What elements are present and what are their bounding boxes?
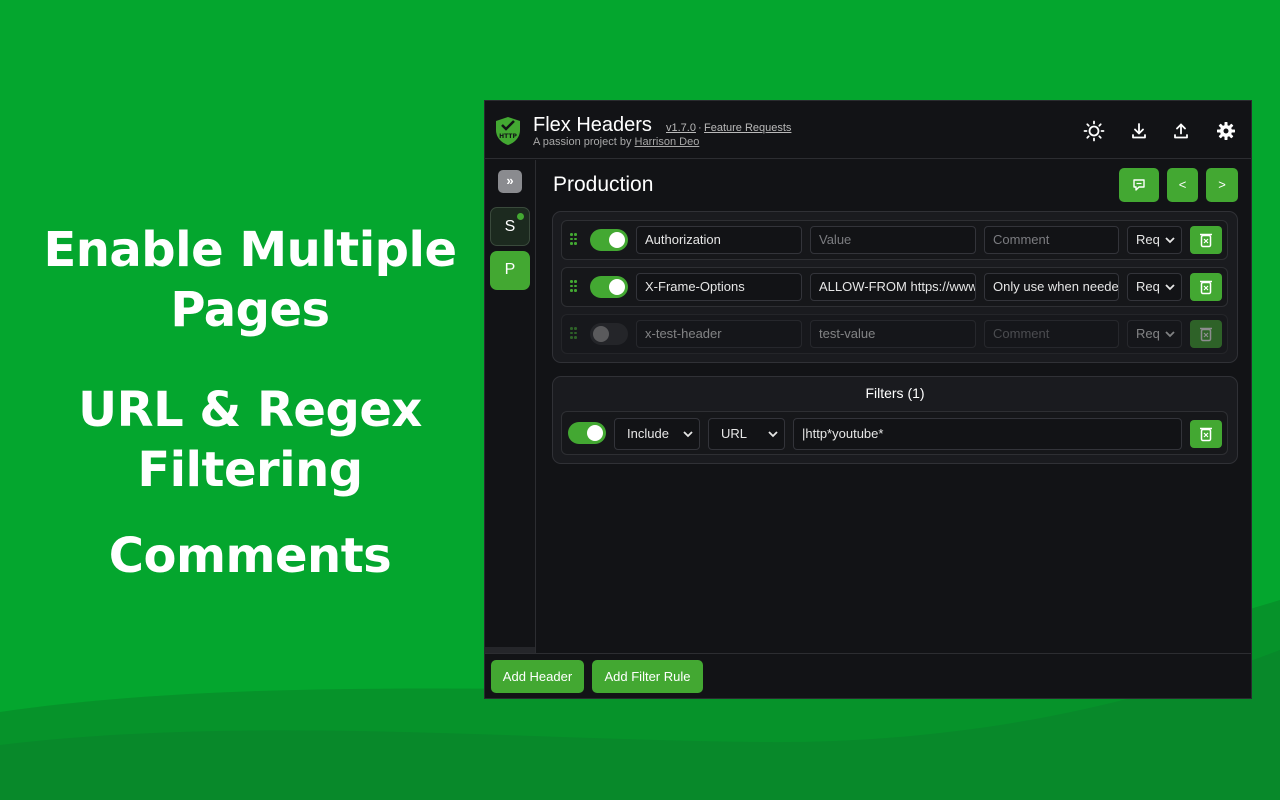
add-filter-rule-button[interactable]: Add Filter Rule xyxy=(592,660,703,693)
trash-icon xyxy=(1200,233,1212,248)
delete-header-button[interactable] xyxy=(1190,226,1222,254)
app-footer: Add Header Add Filter Rule xyxy=(485,653,1251,699)
header-type-select[interactable]: Req xyxy=(1127,320,1182,348)
select-value: Req xyxy=(1136,326,1160,341)
shield-logo-icon: HTTP xyxy=(496,117,520,145)
chevron-down-icon xyxy=(1165,331,1175,338)
drag-handle-icon[interactable] xyxy=(570,279,580,295)
header-row: Authorization Value Comment Req xyxy=(561,220,1228,260)
next-page-button[interactable]: > xyxy=(1206,168,1238,202)
select-value: Req xyxy=(1136,232,1160,247)
header-enable-toggle[interactable] xyxy=(590,229,628,251)
filter-type-select[interactable]: URL xyxy=(708,418,785,450)
sidebar-collapse-button[interactable]: » xyxy=(498,170,522,193)
add-header-button[interactable]: Add Header xyxy=(491,660,584,693)
prev-page-button[interactable]: < xyxy=(1167,168,1198,202)
header-comment-input[interactable]: Only use when needed xyxy=(984,273,1119,301)
delete-header-button[interactable] xyxy=(1190,320,1222,348)
header-name-input[interactable]: X-Frame-Options xyxy=(636,273,802,301)
upload-icon[interactable] xyxy=(1170,120,1192,142)
download-icon[interactable] xyxy=(1128,120,1150,142)
header-row: X-Frame-Options ALLOW-FROM https://www O… xyxy=(561,267,1228,307)
feature-requests-link[interactable]: Feature Requests xyxy=(704,122,791,134)
filter-mode-select[interactable]: Include xyxy=(614,418,700,450)
drag-handle-icon[interactable] xyxy=(570,232,580,248)
sidebar-page-p[interactable]: P xyxy=(490,251,530,290)
comment-toggle-button[interactable] xyxy=(1119,168,1159,202)
header-enable-toggle[interactable] xyxy=(590,276,628,298)
select-value: Req xyxy=(1136,279,1160,294)
chevron-down-icon xyxy=(1165,237,1175,244)
header-row: x-test-header test-value Comment Req xyxy=(561,314,1228,354)
chevron-down-icon xyxy=(683,431,693,438)
select-value: Include xyxy=(627,426,669,441)
extension-window: HTTP Flex Headers v1.7.0 · Feature Reque… xyxy=(484,100,1252,699)
header-name-input[interactable]: x-test-header xyxy=(636,320,802,348)
header-type-select[interactable]: Req xyxy=(1127,226,1182,254)
sidebar-page-s[interactable]: S xyxy=(490,207,530,246)
promo-text: Enable Multiple Pages URL & Regex Filter… xyxy=(20,220,480,586)
logo-text: HTTP xyxy=(499,133,517,140)
delete-header-button[interactable] xyxy=(1190,273,1222,301)
promo-line: Pages xyxy=(170,282,330,338)
page-title: Production xyxy=(553,173,654,196)
promo-line: Enable Multiple xyxy=(43,222,457,278)
page-sidebar: » S P xyxy=(485,160,536,653)
trash-icon xyxy=(1200,280,1212,295)
gear-icon[interactable] xyxy=(1215,120,1237,142)
header-enable-toggle[interactable] xyxy=(590,323,628,345)
trash-icon xyxy=(1200,427,1212,442)
filters-title: Filters (1) xyxy=(865,385,925,401)
page-tab-label: S xyxy=(504,218,516,235)
sun-icon[interactable] xyxy=(1083,120,1105,142)
header-value-input[interactable]: ALLOW-FROM https://www xyxy=(810,273,976,301)
chevron-down-icon xyxy=(768,431,778,438)
header-name-input[interactable]: Authorization xyxy=(636,226,802,254)
filters-panel: Filters (1) Include URL |http*youtube* xyxy=(552,376,1238,464)
select-value: URL xyxy=(721,426,748,441)
filter-enable-toggle[interactable] xyxy=(568,422,606,444)
filter-pattern-input[interactable]: |http*youtube* xyxy=(793,418,1182,450)
subtitle-prefix: A passion project by xyxy=(533,136,632,148)
app-title: Flex Headers xyxy=(533,114,652,136)
chevron-down-icon xyxy=(1165,284,1175,291)
version-link[interactable]: v1.7.0 xyxy=(666,122,696,134)
delete-filter-button[interactable] xyxy=(1190,420,1222,448)
header-comment-input[interactable]: Comment xyxy=(984,320,1119,348)
filter-row: Include URL |http*youtube* xyxy=(561,411,1228,455)
author-link[interactable]: Harrison Deo xyxy=(635,136,700,148)
promo-line: Comments xyxy=(108,528,392,584)
separator: · xyxy=(698,122,702,134)
promo-line: Filtering xyxy=(137,442,363,498)
app-subtitle: A passion project by Harrison Deo xyxy=(533,136,699,148)
headers-panel: Authorization Value Comment Req X-Frame-… xyxy=(552,211,1238,363)
drag-handle-icon[interactable] xyxy=(570,326,580,342)
app-header: HTTP Flex Headers v1.7.0 · Feature Reque… xyxy=(485,101,1251,159)
promo-line: URL & Regex xyxy=(78,382,422,438)
trash-icon xyxy=(1200,327,1212,342)
speech-bubble-icon xyxy=(1133,179,1145,191)
header-comment-input[interactable]: Comment xyxy=(984,226,1119,254)
status-dot xyxy=(517,213,524,220)
header-type-select[interactable]: Req xyxy=(1127,273,1182,301)
header-value-input[interactable]: test-value xyxy=(810,320,976,348)
page-tab-label: P xyxy=(504,261,516,278)
header-value-input[interactable]: Value xyxy=(810,226,976,254)
